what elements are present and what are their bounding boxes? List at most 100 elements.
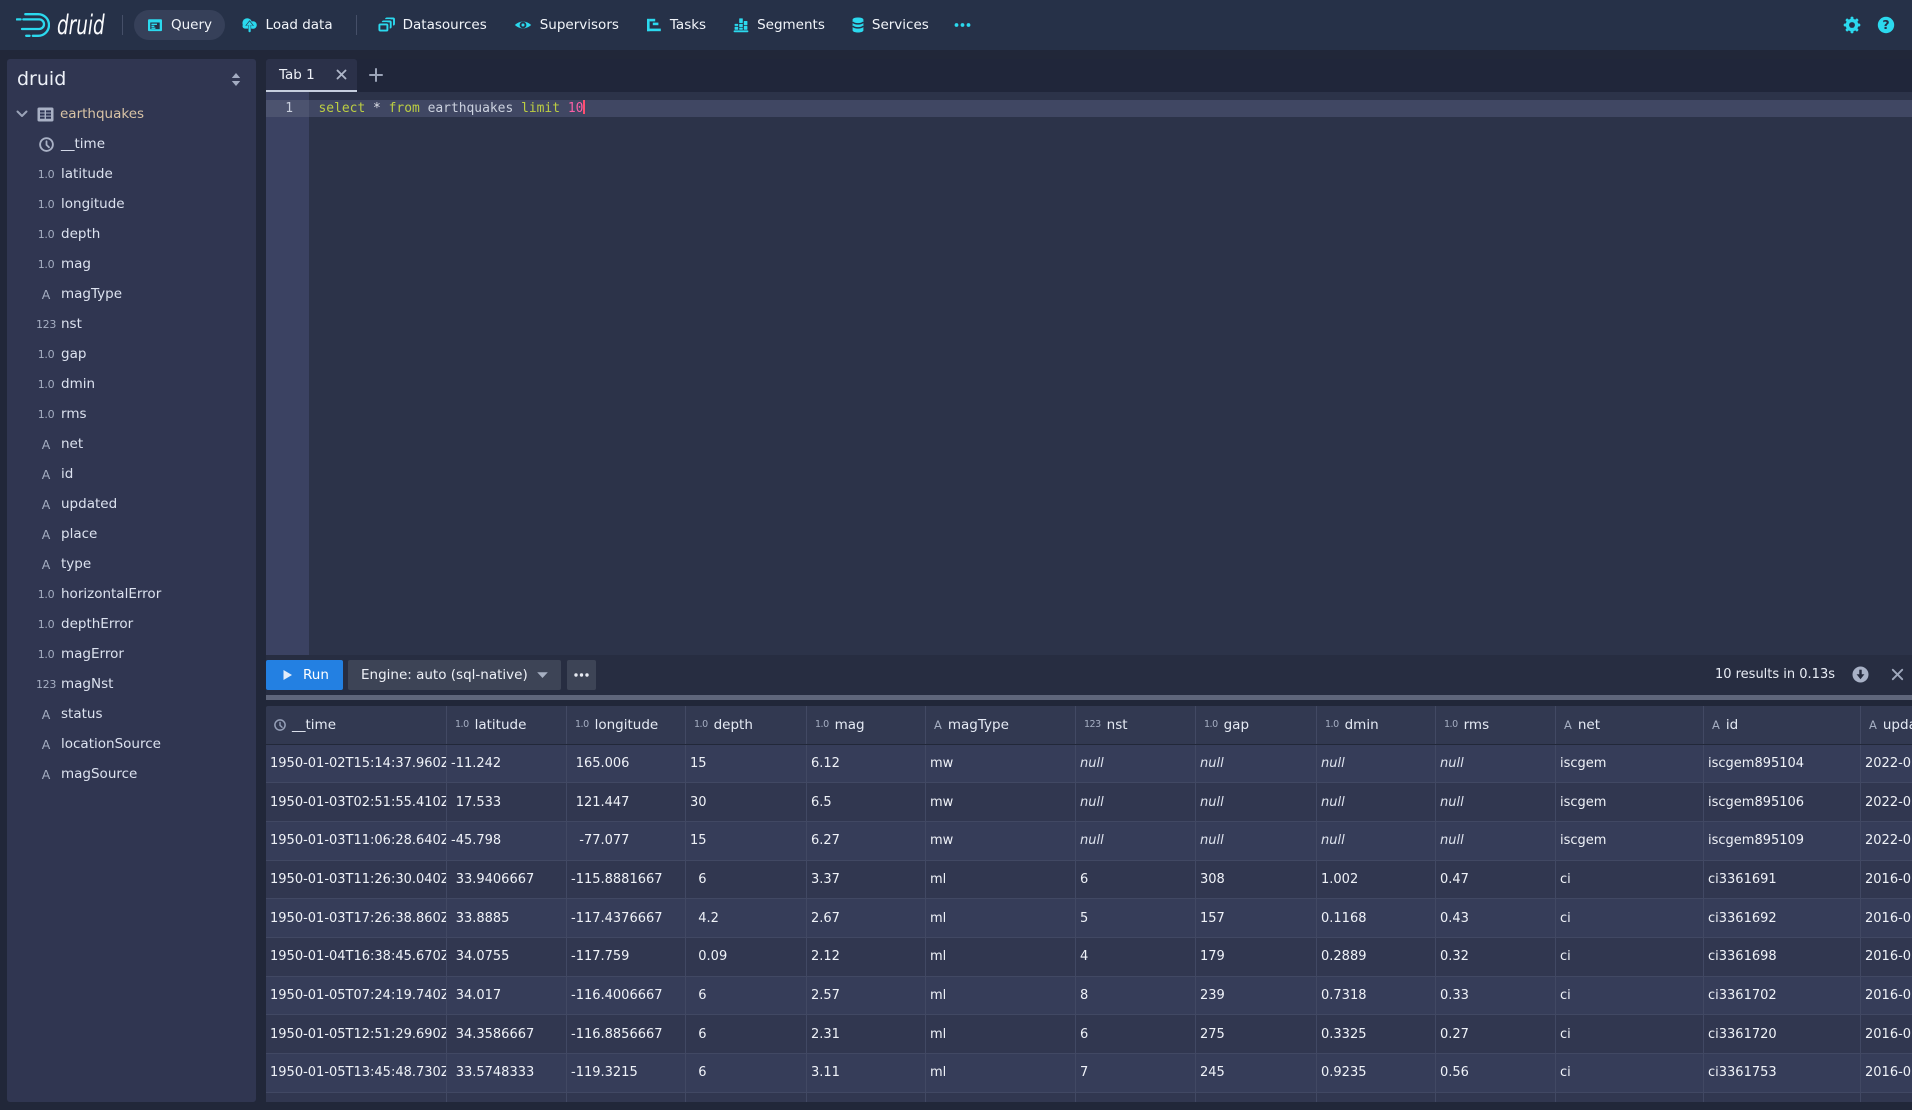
cell-__time[interactable]: 1950-01-03T11:06:28.640Z <box>266 822 447 860</box>
cell-magType[interactable]: ml <box>926 1054 1076 1092</box>
cell-longitude[interactable]: -115.8881667 <box>567 861 686 899</box>
cell-net[interactable]: ci <box>1556 938 1704 976</box>
tree-column-horizontalError[interactable]: 1.0horizontalError <box>7 579 256 609</box>
cell-nst[interactable]: 8 <box>1076 977 1196 1015</box>
cell-depth[interactable]: 0.09 <box>686 938 807 976</box>
cell-updated[interactable]: 2016-0 <box>1861 977 1912 1015</box>
tree-column-longitude[interactable]: 1.0longitude <box>7 189 256 219</box>
cell-magType[interactable]: mw <box>926 783 1076 821</box>
cell-magType[interactable]: ml <box>926 1015 1076 1053</box>
column-header-depth[interactable]: 1.0depth <box>686 706 807 744</box>
editor-active-line[interactable]: select * from earthquakes limit 10 <box>309 100 1912 117</box>
cell-id[interactable]: ci3361753 <box>1704 1054 1861 1092</box>
cell-updated[interactable]: 2016-0 <box>1861 899 1912 937</box>
tree-column-place[interactable]: Aplace <box>7 519 256 549</box>
cell-longitude[interactable]: -119.3215 <box>567 1054 686 1092</box>
cell-dmin[interactable]: 0.3325 <box>1317 1015 1436 1053</box>
nav-item-load-data[interactable]: Load data <box>227 10 346 40</box>
cell-net[interactable]: iscgem <box>1556 783 1704 821</box>
help-icon[interactable]: ? <box>1877 16 1895 34</box>
cell-latitude[interactable]: -11.242 <box>447 745 567 783</box>
tree-column-__time[interactable]: __time <box>7 129 256 159</box>
cell-depth[interactable]: 6 <box>686 977 807 1015</box>
cell-net[interactable]: ci <box>1556 861 1704 899</box>
cell-__time[interactable]: 1950-01-05T13:45:48.730Z <box>266 1054 447 1092</box>
cell-depth[interactable]: 4.2 <box>686 899 807 937</box>
cell-updated[interactable]: 2022-0 <box>1861 783 1912 821</box>
cell-depth[interactable]: 15 <box>686 745 807 783</box>
cell-magType[interactable]: mw <box>926 745 1076 783</box>
cell-magType[interactable]: ml <box>926 899 1076 937</box>
cell-dmin[interactable]: null <box>1317 822 1436 860</box>
tree-column-net[interactable]: Anet <box>7 429 256 459</box>
tree-column-magNst[interactable]: 123magNst <box>7 669 256 699</box>
cell-gap[interactable]: 275 <box>1196 1015 1317 1053</box>
cell-latitude[interactable]: 17.533 <box>447 783 567 821</box>
cell-rms[interactable]: 0.43 <box>1436 899 1556 937</box>
cell-longitude[interactable]: -117.4376667 <box>567 899 686 937</box>
cell-longitude[interactable]: -116.8856667 <box>567 1015 686 1053</box>
chevron-down-icon[interactable] <box>12 110 32 118</box>
tree-column-id[interactable]: Aid <box>7 459 256 489</box>
tree-column-depthError[interactable]: 1.0depthError <box>7 609 256 639</box>
cell-rms[interactable]: 0.47 <box>1436 861 1556 899</box>
cell-mag[interactable]: 6.5 <box>807 783 926 821</box>
run-button[interactable]: Run <box>266 660 343 690</box>
nav-item-tasks[interactable]: Tasks <box>632 10 719 40</box>
cell-updated[interactable]: 2016-0 <box>1861 861 1912 899</box>
cell-mag[interactable]: 2.12 <box>807 938 926 976</box>
cell-id[interactable]: iscgem895104 <box>1704 745 1861 783</box>
panel-resize-handle[interactable] <box>266 695 1912 700</box>
cell-longitude[interactable]: -77.077 <box>567 822 686 860</box>
cell-gap[interactable]: 245 <box>1196 1054 1317 1092</box>
cell-net[interactable]: iscgem <box>1556 822 1704 860</box>
cell-id[interactable]: ci3361720 <box>1704 1015 1861 1053</box>
cell-magType[interactable]: ml <box>926 977 1076 1015</box>
column-header-updated[interactable]: Aupdated <box>1861 706 1912 744</box>
cell-__time[interactable]: 1950-01-05T07:24:19.740Z <box>266 977 447 1015</box>
engine-select-button[interactable]: Engine: auto (sql-native) <box>348 660 561 690</box>
cell-mag[interactable]: 6.12 <box>807 745 926 783</box>
cell-updated[interactable]: 2022-0 <box>1861 745 1912 783</box>
cell-id[interactable]: ci3361698 <box>1704 938 1861 976</box>
cell-rms[interactable]: 0.27 <box>1436 1015 1556 1053</box>
cell-latitude[interactable]: 33.8885 <box>447 899 567 937</box>
cell-rms[interactable]: 0.33 <box>1436 977 1556 1015</box>
cell-nst[interactable]: null <box>1076 822 1196 860</box>
cell-dmin[interactable]: null <box>1317 783 1436 821</box>
cell-__time[interactable]: 1950-01-05T12:51:29.690Z <box>266 1015 447 1053</box>
cell-nst[interactable]: 4 <box>1076 938 1196 976</box>
cell-__time[interactable]: 1950-01-03T02:51:55.410Z <box>266 783 447 821</box>
cell-depth[interactable]: 15 <box>686 822 807 860</box>
tree-column-latitude[interactable]: 1.0latitude <box>7 159 256 189</box>
cell-gap[interactable]: null <box>1196 745 1317 783</box>
cell-dmin[interactable]: 0.7318 <box>1317 977 1436 1015</box>
cell-__time[interactable]: 1950-01-03T11:26:30.040Z <box>266 861 447 899</box>
nav-item-query[interactable]: Query <box>134 10 225 40</box>
tree-column-status[interactable]: Astatus <box>7 699 256 729</box>
druid-logo[interactable]: druid <box>16 10 104 41</box>
cell-rms[interactable]: null <box>1436 822 1556 860</box>
cell-dmin[interactable]: 0.9235 <box>1317 1054 1436 1092</box>
cell-__time[interactable]: 1950-01-04T16:38:45.670Z <box>266 938 447 976</box>
cell-id[interactable]: iscgem895109 <box>1704 822 1861 860</box>
column-header-net[interactable]: Anet <box>1556 706 1704 744</box>
cell-gap[interactable]: null <box>1196 822 1317 860</box>
column-header-nst[interactable]: 123nst <box>1076 706 1196 744</box>
column-header-longitude[interactable]: 1.0longitude <box>567 706 686 744</box>
cell-mag[interactable]: 2.67 <box>807 899 926 937</box>
cell-latitude[interactable]: 34.3586667 <box>447 1015 567 1053</box>
cell-net[interactable]: ci <box>1556 1015 1704 1053</box>
column-header-rms[interactable]: 1.0rms <box>1436 706 1556 744</box>
tree-column-updated[interactable]: Aupdated <box>7 489 256 519</box>
cell-gap[interactable]: null <box>1196 783 1317 821</box>
column-header-magType[interactable]: AmagType <box>926 706 1076 744</box>
cell-dmin[interactable]: null <box>1317 745 1436 783</box>
cell-updated[interactable]: 2016-0 <box>1861 1015 1912 1053</box>
column-header-latitude[interactable]: 1.0latitude <box>447 706 567 744</box>
cell-dmin[interactable]: 0.1168 <box>1317 899 1436 937</box>
cell-longitude[interactable]: 121.447 <box>567 783 686 821</box>
cell-longitude[interactable]: -116.4006667 <box>567 977 686 1015</box>
tree-column-gap[interactable]: 1.0gap <box>7 339 256 369</box>
cell-gap[interactable]: 308 <box>1196 861 1317 899</box>
